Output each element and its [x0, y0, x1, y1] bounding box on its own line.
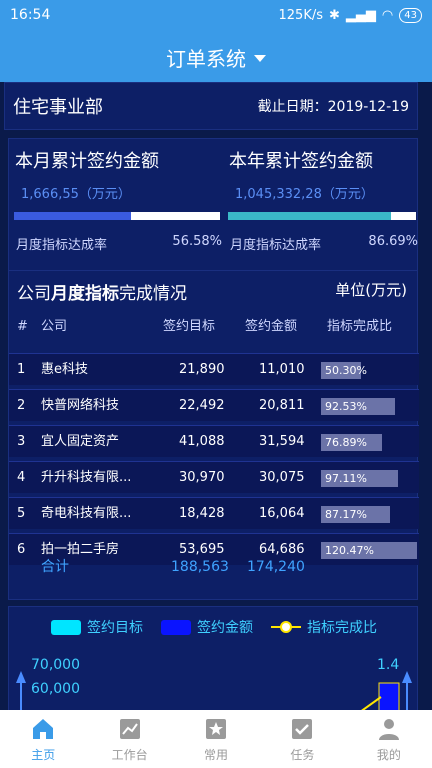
- status-icons: 125K/s ✱ ▂▄▆ ◠ 43: [278, 7, 422, 23]
- year-summary: 本年累计签约金额 1,045,332,28（万元）: [223, 139, 423, 202]
- star-icon: [206, 718, 227, 739]
- year-title: 本年累计签约金额: [229, 151, 373, 172]
- tab-4[interactable]: 我的: [346, 710, 432, 768]
- user-icon: [378, 718, 399, 740]
- wifi-icon: ◠: [381, 7, 394, 23]
- tab-label: 我的: [376, 747, 401, 762]
- chevron-down-icon: [254, 55, 266, 62]
- tab-label: 任务: [290, 747, 315, 762]
- network-speed: 125K/s: [278, 7, 324, 23]
- dept-name: 住宅事业部: [13, 97, 103, 118]
- chart-icon: [119, 718, 140, 739]
- tab-0[interactable]: 主页: [0, 710, 86, 768]
- tab-2[interactable]: 常用: [173, 710, 259, 768]
- dept-card: 住宅事业部 截止日期：2019-12-19: [4, 82, 418, 130]
- signal-icon: ▂▄▆: [345, 7, 376, 23]
- tab-label: 主页: [31, 747, 56, 762]
- tab-label: 工作台: [111, 747, 148, 762]
- status-time: 16:54: [10, 7, 51, 23]
- task-icon: [292, 718, 313, 739]
- tab-1[interactable]: 工作台: [86, 710, 172, 768]
- summary-card: 本月累计签约金额 1,666,55（万元） 本年累计签约金额 1,045,332…: [8, 138, 418, 344]
- deadline-date: 2019-12-19: [327, 99, 409, 115]
- app-header: 16:54 125K/s ✱ ▂▄▆ ◠ 43 订单系统: [0, 0, 432, 82]
- status-bar: 16:54 125K/s ✱ ▂▄▆ ◠ 43: [0, 0, 432, 30]
- main-content[interactable]: 住宅事业部 截止日期：2019-12-19 本月累计签约金额 1,666,55（…: [0, 82, 432, 710]
- tab-3[interactable]: 任务: [259, 710, 345, 768]
- deadline-label: 截止日期：: [257, 99, 328, 115]
- month-summary: 本月累计签约金额 1,666,55（万元）: [9, 139, 209, 202]
- page-title: 订单系统: [166, 46, 246, 71]
- month-amount: 1,666,55（万元）: [21, 187, 131, 202]
- tab-label: 常用: [204, 747, 229, 762]
- bluetooth-icon: ✱: [329, 7, 340, 23]
- month-title: 本月累计签约金额: [15, 151, 159, 172]
- battery-icon: 43: [399, 7, 422, 23]
- deadline: 截止日期：2019-12-19: [258, 96, 409, 116]
- bottom-tabbar: 主页 工作台 常用 任务 我的: [0, 710, 432, 768]
- home-icon: [33, 718, 54, 739]
- year-amount: 1,045,332,28（万元）: [235, 187, 374, 202]
- system-selector[interactable]: 订单系统: [0, 38, 432, 76]
